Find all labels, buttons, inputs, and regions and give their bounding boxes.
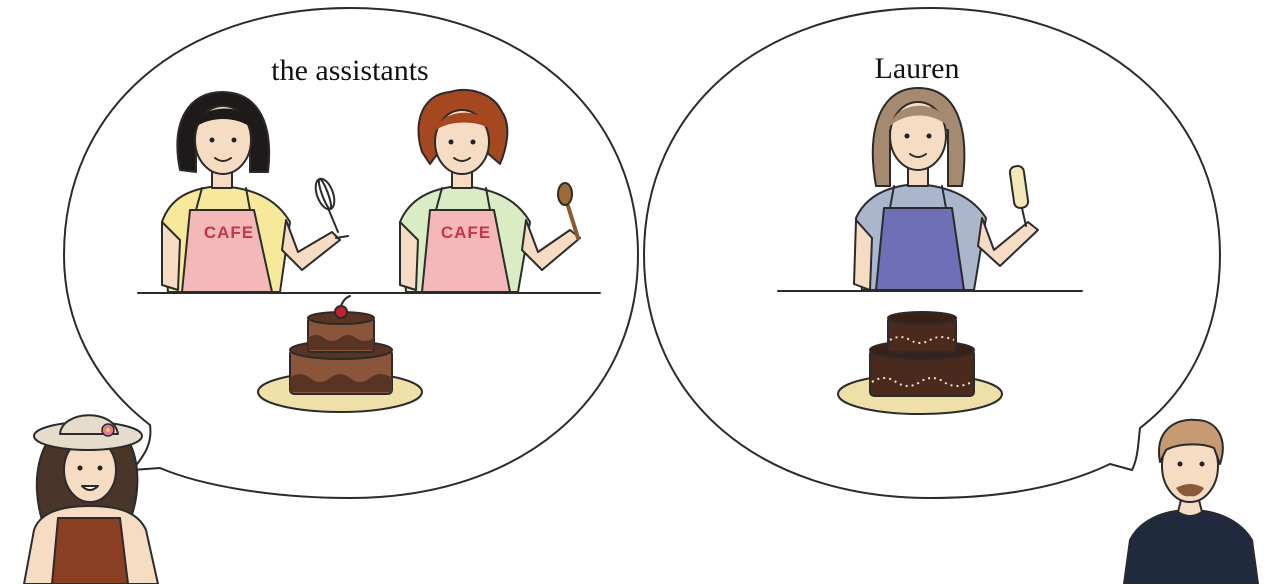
apron-text-1: CAFE bbox=[204, 223, 254, 242]
man-speaker bbox=[1123, 418, 1259, 584]
left-bubble-label: the assistants bbox=[271, 54, 429, 87]
apron-text-2: CAFE bbox=[441, 223, 491, 242]
woman-speaker bbox=[23, 414, 159, 584]
right-bubble-label: Lauren bbox=[875, 52, 960, 85]
hat-flower-icon bbox=[101, 423, 115, 437]
comic-scene: .ol { stroke: #2b2b2b; stroke-width: 2; … bbox=[23, 7, 1259, 584]
